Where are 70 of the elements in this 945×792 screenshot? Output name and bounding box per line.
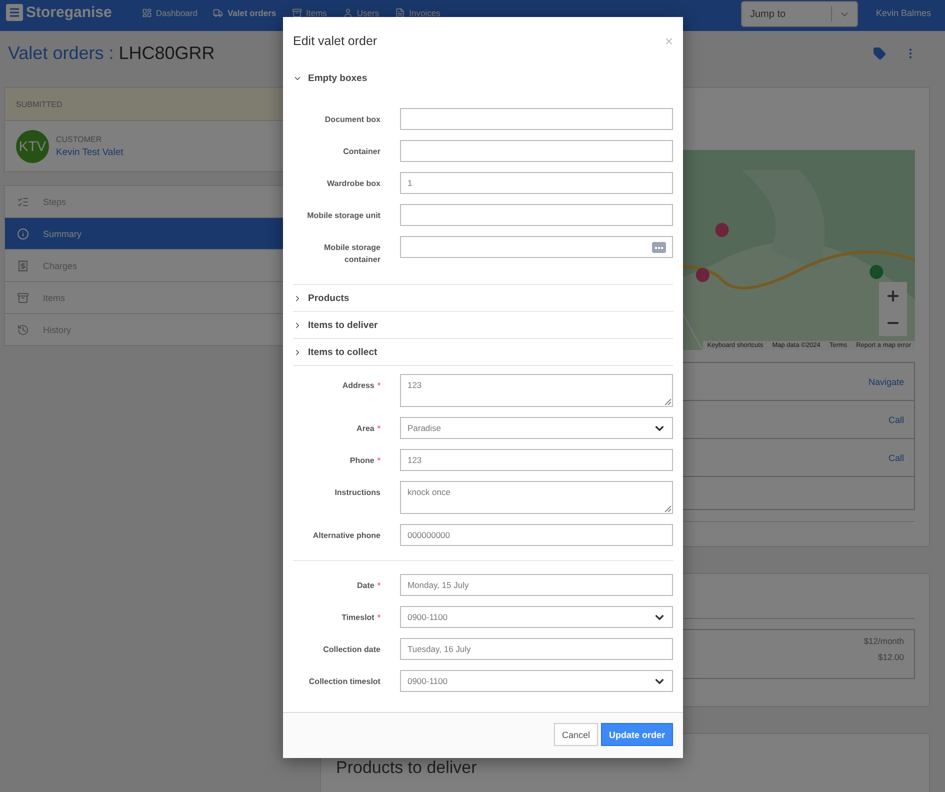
- nav-link[interactable]: Valet orders: [213, 8, 276, 18]
- receipt-icon: [17, 260, 29, 272]
- row-action-link[interactable]: Call: [888, 452, 904, 462]
- required-mark: *: [377, 381, 380, 390]
- page-title: Valet orders : LHC80GRR: [8, 42, 215, 64]
- price: $12.00: [878, 652, 904, 662]
- zoom-in-icon[interactable]: [885, 288, 901, 304]
- field-label: Mobile storage container: [323, 242, 380, 266]
- info-icon: [17, 228, 29, 240]
- section-heading: Products to deliver: [336, 758, 478, 778]
- avatar: KTV: [16, 130, 49, 162]
- row-action-link[interactable]: Call: [888, 414, 904, 424]
- input-field[interactable]: [400, 204, 673, 226]
- field-label: Timeslot *: [340, 612, 380, 624]
- price: $12/month: [864, 636, 904, 646]
- field-label: Wardrobe box: [326, 178, 380, 190]
- input-field[interactable]: Monday, 15 July: [400, 574, 673, 596]
- nav-link[interactable]: Invoices: [395, 8, 440, 18]
- field-label: Collection timeslot: [308, 676, 380, 688]
- field-label: Instructions: [334, 487, 380, 499]
- field-label: Date *: [356, 580, 380, 592]
- field-label: Address *: [341, 380, 380, 392]
- resize-handle-icon: [664, 505, 671, 512]
- field-label: Document box: [324, 114, 380, 126]
- row-action-link[interactable]: Navigate: [868, 376, 904, 386]
- field-label: Area *: [356, 423, 380, 435]
- required-mark: *: [377, 456, 380, 465]
- jump-to-select[interactable]: Jump to: [740, 1, 858, 27]
- keyboard-icon: [652, 242, 666, 252]
- checklist-icon: [17, 196, 29, 208]
- customer-link[interactable]: Kevin Test Valet: [56, 146, 124, 158]
- input-field[interactable]: [400, 140, 673, 162]
- select-field[interactable]: Paradise: [400, 417, 673, 439]
- nav-link[interactable]: Dashboard: [142, 8, 198, 18]
- select-field[interactable]: 0900-1100: [400, 606, 673, 628]
- customer-label: CUSTOMER: [56, 134, 103, 144]
- nav-link[interactable]: Users: [342, 8, 380, 18]
- resize-handle-icon: [664, 398, 671, 405]
- tag-icon[interactable]: [873, 46, 886, 60]
- required-mark: *: [377, 581, 380, 590]
- history-icon: [17, 324, 29, 336]
- cancel-button[interactable]: Cancel: [554, 723, 598, 746]
- nav-link[interactable]: Items: [292, 8, 327, 18]
- truck-icon: [213, 8, 224, 18]
- input-field[interactable]: Tuesday, 16 July: [400, 638, 673, 660]
- brand-name: Storeganise: [26, 4, 112, 21]
- text-area[interactable]: 123: [400, 374, 673, 407]
- input-field[interactable]: 1: [400, 172, 673, 194]
- input-field[interactable]: 123: [400, 449, 673, 471]
- section-toggle[interactable]: Products: [293, 284, 673, 311]
- dialog-title: Edit valet order: [293, 34, 378, 48]
- required-mark: *: [377, 613, 380, 622]
- input-field[interactable]: 000000000: [400, 524, 673, 546]
- input-field[interactable]: [400, 236, 673, 258]
- text-area[interactable]: knock once: [400, 481, 673, 514]
- field-label: Container: [342, 146, 380, 158]
- dashboard-icon: [142, 8, 152, 18]
- section-toggle[interactable]: Items to collect: [293, 338, 673, 365]
- input-field[interactable]: [400, 108, 673, 130]
- section-toggle[interactable]: Items to deliver: [293, 311, 673, 338]
- field-label: Mobile storage unit: [306, 210, 380, 222]
- update-button[interactable]: Update order: [600, 723, 673, 746]
- field-label: Phone *: [348, 455, 380, 467]
- logo-icon: [6, 4, 23, 21]
- select-field[interactable]: 0900-1100: [400, 670, 673, 692]
- field-label: Alternative phone: [312, 530, 380, 542]
- field-label: Collection date: [322, 644, 380, 656]
- user-menu[interactable]: Kevin Balmes: [876, 8, 931, 18]
- required-mark: *: [377, 424, 380, 433]
- archive-icon: [17, 292, 29, 304]
